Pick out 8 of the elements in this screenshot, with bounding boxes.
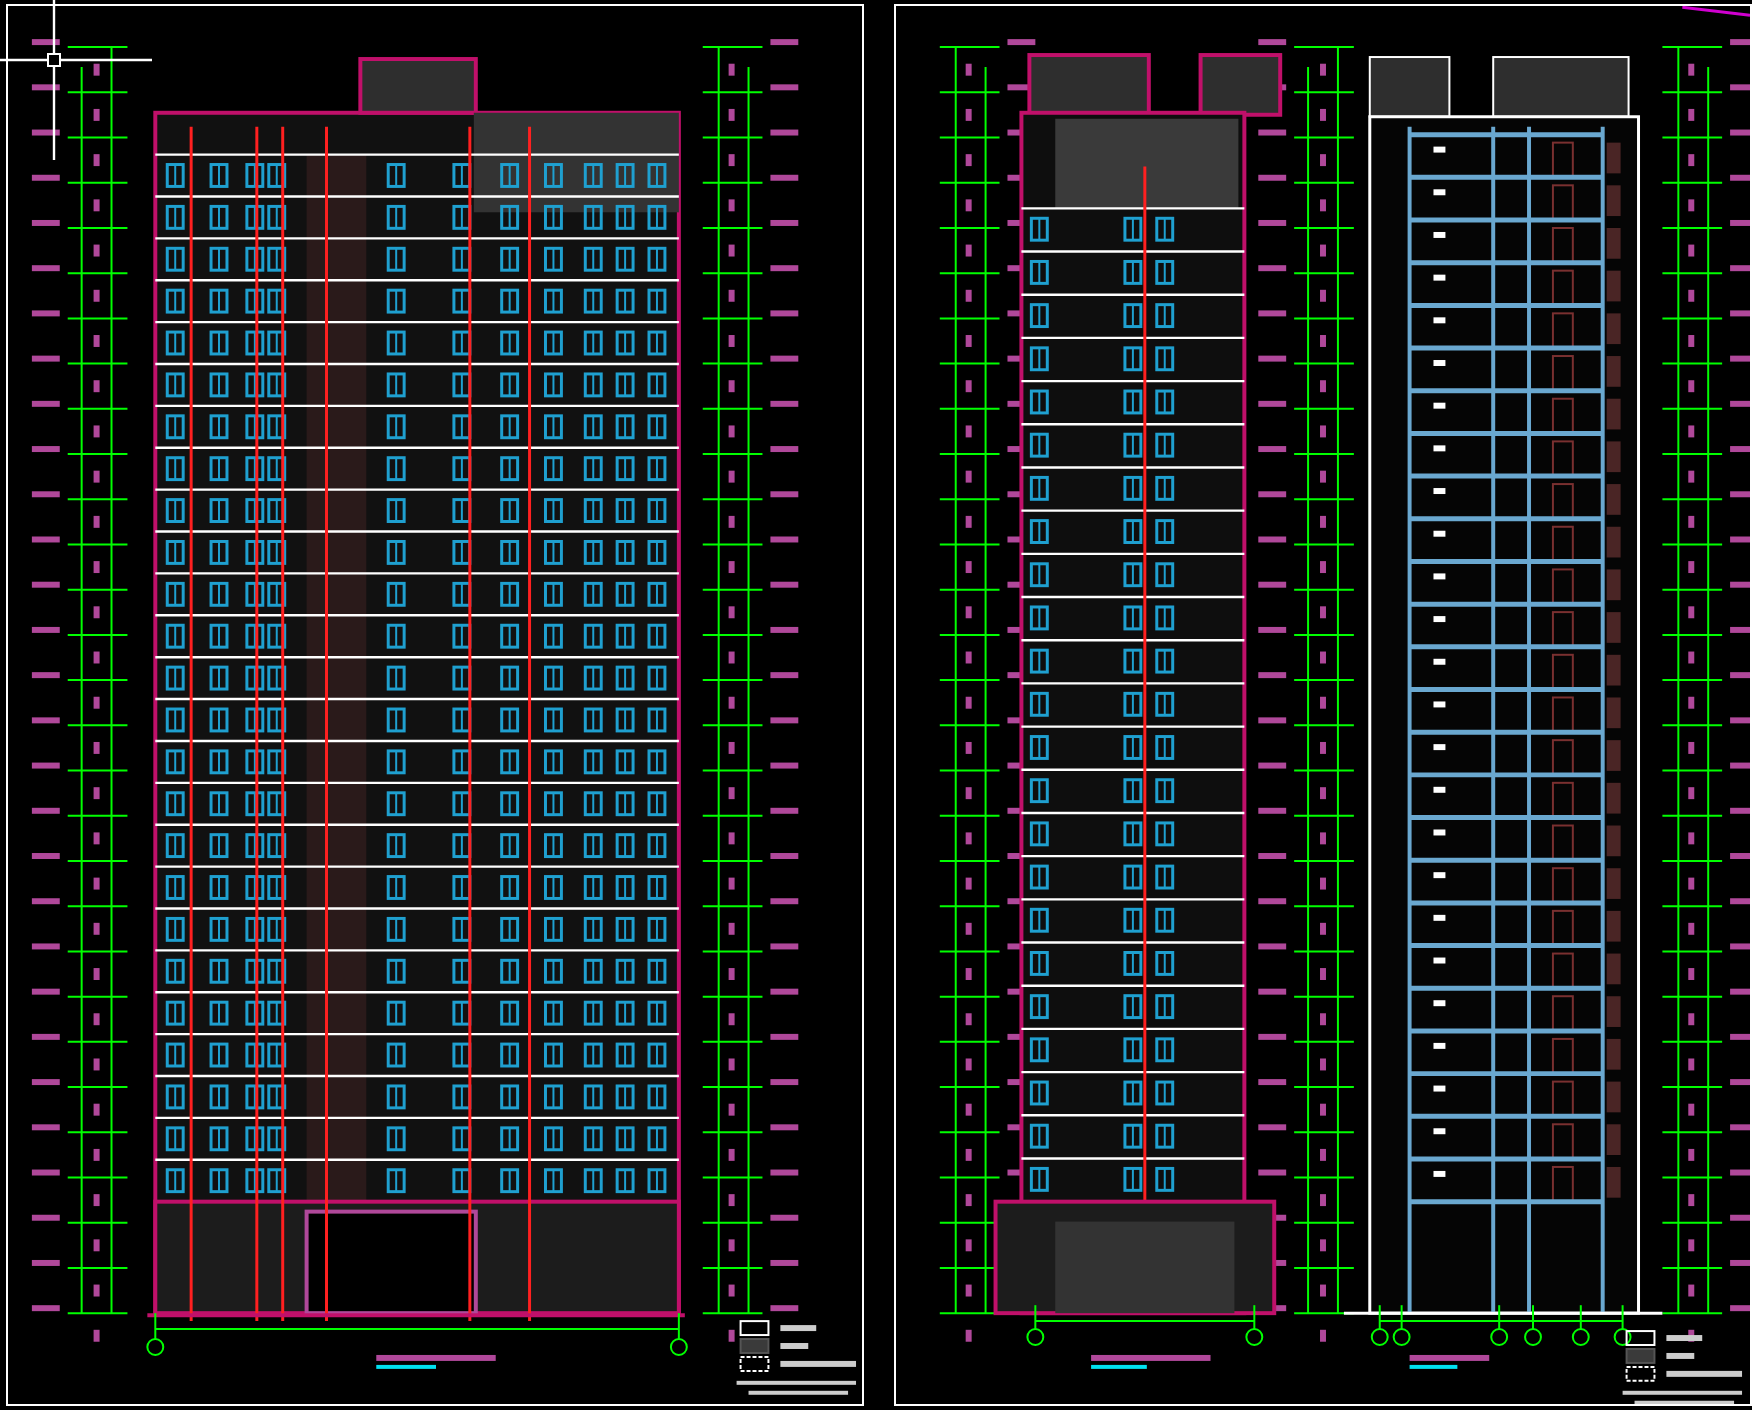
title-underline	[376, 1364, 436, 1369]
drawing-title-bar	[1091, 1354, 1211, 1361]
title-underline	[1409, 1364, 1458, 1369]
drawing-title-bar	[376, 1354, 496, 1361]
legend-drawing	[736, 1320, 857, 1395]
leader-line	[1682, 6, 1750, 17]
drawing-title-bar	[1409, 1354, 1490, 1361]
title-underline	[1091, 1364, 1147, 1369]
